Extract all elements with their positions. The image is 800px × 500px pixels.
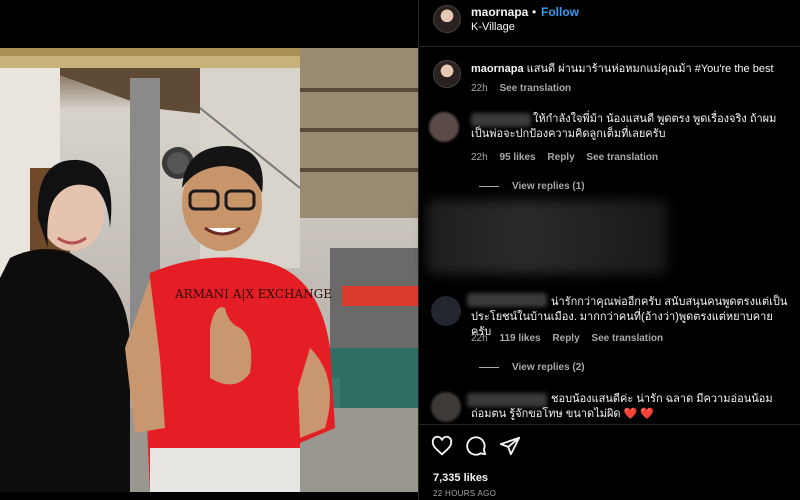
blurred-comment: [427, 200, 667, 274]
comment-1-reply-button[interactable]: Reply: [547, 152, 574, 163]
likes-count[interactable]: 7,335 likes: [433, 472, 488, 484]
caption-meta: 22h See translation: [471, 83, 580, 94]
comment-icon[interactable]: [465, 435, 487, 457]
caption-time: 22h: [471, 83, 488, 94]
post-header: maornapa • Follow K-Village: [419, 0, 800, 46]
heart-outline-icon[interactable]: [431, 435, 453, 457]
comment-2-view-replies[interactable]: View replies (2): [479, 362, 585, 373]
comment-2-meta: 22h 119 likes Reply See translation: [471, 333, 672, 344]
author-username[interactable]: maornapa: [471, 5, 528, 19]
comment-3-text-block: ชอบน้องแสนดีค่ะ น่ารัก ฉลาด มีความอ่อนน้…: [471, 392, 793, 422]
comment-2-reply-button[interactable]: Reply: [552, 333, 579, 344]
share-icon[interactable]: [499, 435, 521, 457]
caption-text-block: maornapa แสนดี ผ่านมาร้านห่อหมกแม่คุณม้า…: [471, 62, 791, 76]
post-action-bar: 7,335 likes 22 HOURS AGO: [419, 424, 800, 500]
caption-avatar[interactable]: [433, 60, 461, 88]
post-location[interactable]: K-Village: [471, 21, 515, 33]
caption-body: แสนดี ผ่านมาร้านห่อหมกแม่คุณม้า #You're …: [523, 63, 774, 75]
header-divider: [419, 46, 800, 47]
comment-1-avatar[interactable]: [429, 112, 459, 142]
comment-1-view-replies[interactable]: View replies (1): [479, 181, 585, 192]
follow-button[interactable]: Follow: [541, 5, 579, 19]
comment-2-avatar[interactable]: [431, 296, 461, 326]
svg-text:ARMANI A|X EXCHANGE: ARMANI A|X EXCHANGE: [174, 287, 332, 301]
post-media-panel: ARMANI A|X EXCHANGE: [0, 0, 418, 500]
comment-3-avatar[interactable]: [431, 392, 461, 422]
post-side-panel: maornapa • Follow K-Village maornapa แสน…: [418, 0, 800, 500]
comment-3-hearts: ❤️ ❤️: [623, 408, 655, 420]
comment-2-see-translation[interactable]: See translation: [591, 333, 663, 344]
comment-3-text: ชอบน้องแสนดีค่ะ น่ารัก ฉลาด มีความอ่อนน้…: [471, 393, 773, 420]
post-photo[interactable]: ARMANI A|X EXCHANGE: [0, 48, 418, 492]
comment-1-likes[interactable]: 95 likes: [499, 152, 535, 163]
post-time-ago: 22 HOURS AGO: [433, 489, 497, 498]
caption-username[interactable]: maornapa: [471, 63, 524, 75]
comment-2-likes[interactable]: 119 likes: [499, 333, 540, 344]
separator-dot: •: [532, 5, 537, 19]
comment-1-see-translation[interactable]: See translation: [586, 152, 658, 163]
comment-2-time: 22h: [471, 333, 488, 344]
comment-1-meta: 22h 95 likes Reply See translation: [471, 152, 667, 163]
comment-1-text: ให้กำลังใจพี่ม้า น้องแสนดี พูดตรง พูดเรื…: [471, 113, 777, 140]
caption-see-translation[interactable]: See translation: [499, 83, 571, 94]
comment-1-time: 22h: [471, 152, 488, 163]
author-avatar[interactable]: [433, 5, 461, 33]
